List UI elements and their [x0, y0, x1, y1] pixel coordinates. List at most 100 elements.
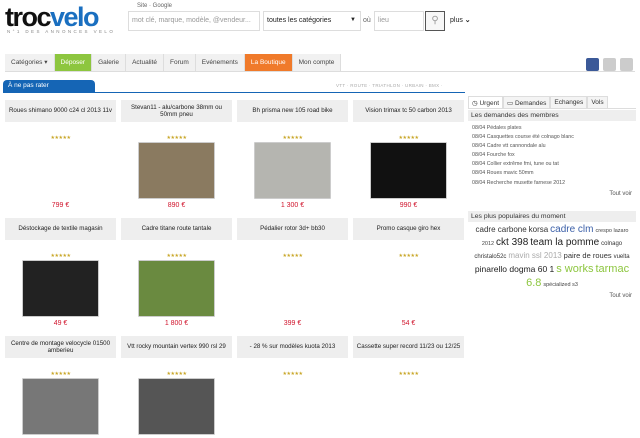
- listing-image[interactable]: [138, 260, 215, 317]
- listing-price: 54 €: [401, 320, 416, 327]
- search-button[interactable]: ⚲: [425, 11, 445, 31]
- nav-galerie[interactable]: Galerie: [92, 54, 127, 71]
- tab-demandes[interactable]: ▭ Demandes: [503, 96, 551, 108]
- rating-stars: ★★★★★: [282, 253, 303, 259]
- listing-card[interactable]: Bh prisma new 105 road bike ★★★★★ 1 300 …: [237, 100, 348, 209]
- listing-price: 799 €: [51, 202, 70, 209]
- listing-image[interactable]: [138, 142, 215, 199]
- tag-link[interactable]: korsa: [529, 225, 549, 234]
- listing-image[interactable]: [22, 378, 99, 435]
- request-item[interactable]: 08/04 Collier extrême fmi, tune ou tat: [468, 160, 636, 169]
- nav-categories[interactable]: Catégories ▾: [5, 54, 55, 71]
- listing-title[interactable]: Vtt rocky mountain vertex 990 rsl 29: [121, 336, 232, 358]
- listing-price: 49 €: [53, 320, 68, 327]
- listing-price: 1 300 €: [280, 202, 305, 209]
- sidebar-tabs: ◷ Urgent ▭ Demandes Echanges Vols: [468, 96, 636, 109]
- request-item[interactable]: 08/04 Cadre vtt cannondale alu: [468, 142, 636, 151]
- logo[interactable]: trocvelo: [5, 2, 100, 32]
- rating-stars: ★★★★★: [166, 253, 187, 259]
- popular-panel: Les plus populaires du moment cadre carb…: [468, 211, 636, 299]
- rating-stars: ★★★★★: [398, 253, 419, 259]
- listing-card[interactable]: Stevan11 - alu/carbone 38mm ou 50mm pneu…: [121, 100, 232, 209]
- listing-title[interactable]: Vision trimax tc 50 carbon 2013: [353, 100, 464, 122]
- listing-card[interactable]: Pédalier rotor 3d+ bb30 ★★★★★ 399 €: [237, 218, 348, 327]
- requests-panel: Les demandes des membres 08/04 Pédales p…: [468, 110, 636, 197]
- request-item[interactable]: 08/04 Recherche musette farnese 2012: [468, 179, 636, 188]
- ou-label: où: [363, 17, 371, 24]
- listing-title[interactable]: Cassette super record 11/23 ou 12/25: [353, 336, 464, 358]
- chevron-down-icon: ⌄: [464, 17, 471, 24]
- listing-price: 1 800 €: [164, 320, 189, 327]
- listing-image[interactable]: [138, 378, 215, 435]
- tag-link[interactable]: vuelta: [614, 254, 630, 260]
- listing-card[interactable]: Vtt rocky mountain vertex 990 rsl 29 ★★★…: [121, 336, 232, 438]
- listing-title[interactable]: Promo casque giro hex: [353, 218, 464, 240]
- listing-card[interactable]: Promo casque giro hex ★★★★★ 54 €: [353, 218, 464, 327]
- listing-title[interactable]: - 28 % sur modèles kuota 2013: [237, 336, 348, 358]
- request-item[interactable]: 08/04 Pédales plates: [468, 124, 636, 133]
- request-item[interactable]: 08/04 Casquettes course été colnago blan…: [468, 133, 636, 142]
- rating-stars: ★★★★★: [50, 371, 71, 377]
- tag-link[interactable]: ckt 398: [496, 237, 528, 248]
- listing-card[interactable]: Cadre titane route tantale ★★★★★ 1 800 €: [121, 218, 232, 327]
- logo-text: troc: [5, 2, 52, 32]
- tag-link[interactable]: colnago: [601, 241, 622, 247]
- category-filters[interactable]: VTT · ROUTE · TRIATHLON · URBAIN · BMX ·: [336, 83, 443, 88]
- request-item[interactable]: 08/04 Roues mavic 50mm: [468, 169, 636, 178]
- rating-stars: ★★★★★: [282, 135, 303, 141]
- listing-card[interactable]: Cassette super record 11/23 ou 12/25 ★★★…: [353, 336, 464, 438]
- tab-echanges[interactable]: Echanges: [550, 96, 588, 108]
- listing-image[interactable]: [254, 142, 331, 199]
- listing-image[interactable]: [22, 260, 99, 317]
- listing-title[interactable]: Bh prisma new 105 road bike: [237, 100, 348, 122]
- rating-stars: ★★★★★: [50, 135, 71, 141]
- main-nav: Catégories ▾ Déposer Galerie Actualité F…: [5, 54, 635, 72]
- listing-title[interactable]: Cadre titane route tantale: [121, 218, 232, 240]
- nav-boutique[interactable]: La Boutique: [244, 54, 293, 71]
- listing-title[interactable]: Pédalier rotor 3d+ bb30: [237, 218, 348, 240]
- listing-image[interactable]: [370, 260, 447, 317]
- listing-image[interactable]: [22, 142, 99, 199]
- listing-card[interactable]: Centre de montage velocycle 01500 amberi…: [5, 336, 116, 438]
- tab-vols[interactable]: Vols: [587, 96, 608, 108]
- tag-link[interactable]: mavin ssl 2013: [508, 251, 561, 260]
- tag-link[interactable]: 2012: [482, 241, 494, 247]
- listing-image[interactable]: [254, 378, 331, 435]
- listing-title[interactable]: Déstockage de textile magasin: [5, 218, 116, 240]
- tag-link[interactable]: pinarello dogma 60 1: [475, 264, 554, 274]
- listing-card[interactable]: Roues shimano 9000 c24 cl 2013 11v ★★★★★…: [5, 100, 116, 209]
- listing-card[interactable]: Déstockage de textile magasin ★★★★★ 49 €: [5, 218, 116, 327]
- search-source-toggle[interactable]: Site · Google: [137, 3, 172, 9]
- more-button[interactable]: plus ⌄: [450, 16, 471, 24]
- more-label: plus: [450, 17, 463, 24]
- listing-image[interactable]: [370, 142, 447, 199]
- tag-link[interactable]: s works: [556, 263, 593, 275]
- listing-card[interactable]: - 28 % sur modèles kuota 2013 ★★★★★: [237, 336, 348, 438]
- listing-title[interactable]: Roues shimano 9000 c24 cl 2013 11v: [5, 100, 116, 122]
- category-select[interactable]: toutes les catégories ▼: [263, 11, 361, 31]
- see-all-link[interactable]: Tout voir: [468, 191, 636, 197]
- popular-title: Les plus populaires du moment: [468, 211, 636, 222]
- tag-link[interactable]: crespo lazaro: [595, 228, 628, 234]
- nav-mon-compte[interactable]: Mon compte: [292, 54, 342, 71]
- nav-actualite[interactable]: Actualité: [126, 54, 164, 71]
- tag-link[interactable]: paire de roues: [564, 251, 612, 260]
- search-input[interactable]: mot clé, marque, modèle, @vendeur...: [128, 11, 260, 31]
- listing-title[interactable]: Centre de montage velocycle 01500 amberi…: [5, 336, 116, 358]
- listing-image[interactable]: [254, 260, 331, 317]
- listing-image[interactable]: [370, 378, 447, 435]
- tag-link[interactable]: spécialized s3: [543, 282, 578, 288]
- nav-evenements[interactable]: Evénements: [195, 54, 245, 71]
- see-all-link[interactable]: Tout voir: [468, 293, 636, 299]
- listing-title[interactable]: Stevan11 - alu/carbone 38mm ou 50mm pneu: [121, 100, 232, 122]
- tag-link[interactable]: cadre clm: [550, 224, 593, 235]
- listing-card[interactable]: Vision trimax tc 50 carbon 2013 ★★★★★ 99…: [353, 100, 464, 209]
- tab-urgent[interactable]: ◷ Urgent: [468, 96, 503, 108]
- tag-link[interactable]: christalo52c: [474, 254, 506, 260]
- nav-deposer[interactable]: Déposer: [54, 54, 93, 71]
- tag-link[interactable]: team la pomme: [530, 237, 599, 248]
- place-input[interactable]: lieu: [374, 11, 424, 31]
- nav-forum[interactable]: Forum: [164, 54, 196, 71]
- request-item[interactable]: 08/04 Fourche fox: [468, 151, 636, 160]
- tag-link[interactable]: cadre carbone: [476, 225, 527, 234]
